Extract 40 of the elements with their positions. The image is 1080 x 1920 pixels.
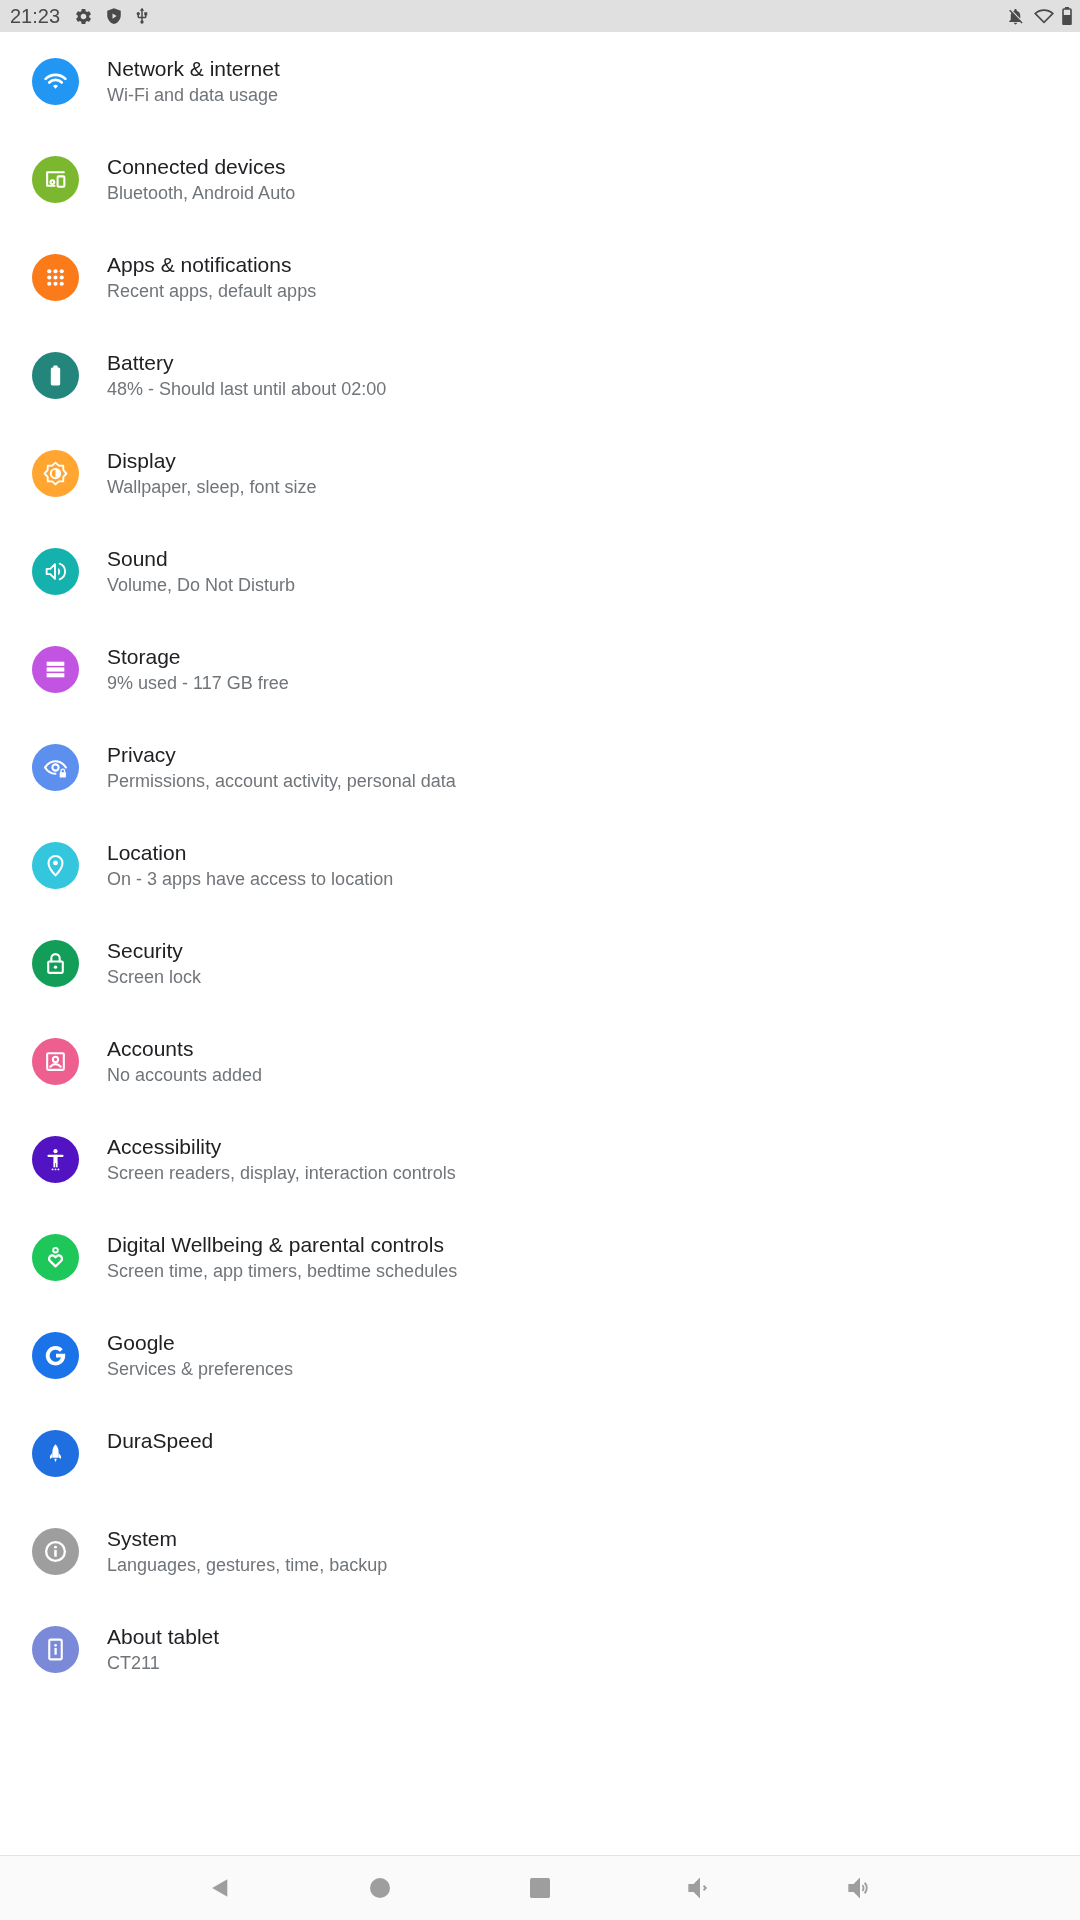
setting-summary: Wi-Fi and data usage — [107, 84, 280, 107]
setting-title[interactable]: Accounts — [107, 1035, 263, 1062]
setting-summary: Volume, Do Not Disturb — [107, 574, 296, 597]
setting-title[interactable]: Security — [107, 937, 202, 964]
setting-title[interactable]: Accessibility — [107, 1133, 456, 1160]
battery-status-icon — [1062, 7, 1072, 25]
setting-summary: Screen readers, display, interaction controls — [107, 1162, 456, 1185]
setting-title[interactable]: About tablet — [107, 1623, 220, 1650]
setting-summary: Services & preferences — [107, 1358, 294, 1381]
wifi-signal-icon — [1034, 6, 1054, 26]
setting-summary: Screen time, app timers, bedtime schedules — [107, 1260, 458, 1283]
setting-summary: Wallpaper, sleep, font size — [107, 476, 317, 499]
setting-summary: On - 3 apps have access to location — [107, 868, 394, 891]
setting-summary: Permissions, account activity, personal data — [107, 770, 456, 793]
home-icon[interactable] — [370, 1878, 390, 1898]
setting-title[interactable]: Battery — [107, 349, 387, 376]
setting-title[interactable]: Apps & notifications — [107, 251, 317, 278]
setting-title[interactable]: System — [107, 1525, 388, 1552]
status-time: 21:23 — [10, 4, 61, 28]
setting-summary: Screen lock — [107, 966, 202, 989]
gear-icon — [74, 6, 94, 26]
setting-title[interactable]: Connected devices — [107, 153, 296, 180]
setting-summary: No accounts added — [107, 1064, 263, 1087]
setting-summary: 9% used - 117 GB free — [107, 672, 289, 695]
setting-title[interactable]: DuraSpeed — [107, 1427, 214, 1454]
setting-title[interactable]: Sound — [107, 545, 296, 572]
setting-title[interactable]: Privacy — [107, 741, 456, 768]
setting-summary: Recent apps, default apps — [107, 280, 317, 303]
bell-off-icon — [1006, 6, 1025, 26]
setting-summary: Languages, gestures, time, backup — [107, 1554, 388, 1577]
setting-title[interactable]: Display — [107, 447, 317, 474]
setting-title[interactable]: Google — [107, 1329, 294, 1356]
setting-summary: CT211 — [107, 1652, 161, 1675]
setting-title[interactable]: Storage — [107, 643, 289, 670]
setting-title[interactable]: Network & internet — [107, 55, 280, 82]
setting-summary: Bluetooth, Android Auto — [107, 182, 296, 205]
setting-title[interactable]: Location — [107, 839, 394, 866]
setting-title[interactable]: Digital Wellbeing & parental controls — [107, 1231, 458, 1258]
setting-summary: 48% - Should last until about 02:00 — [107, 378, 387, 401]
shield-icon — [105, 7, 124, 25]
